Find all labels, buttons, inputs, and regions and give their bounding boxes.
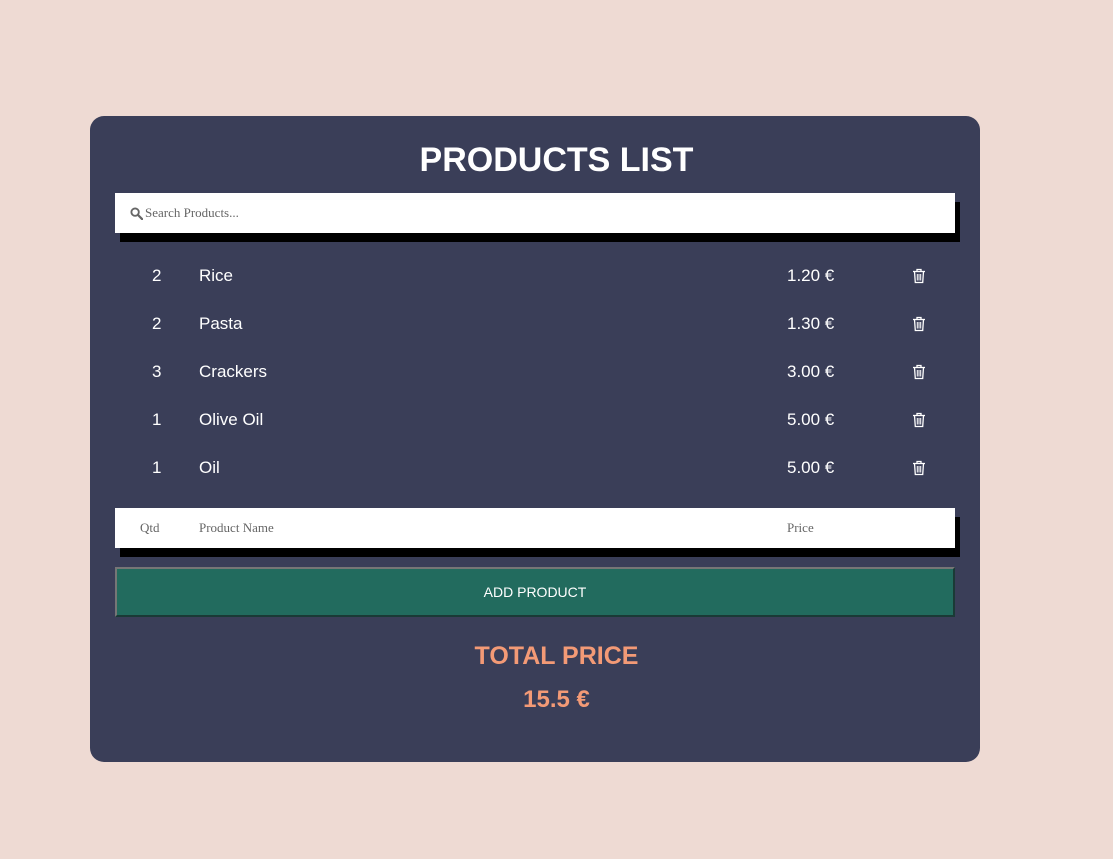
product-name: Oil (199, 458, 220, 477)
page-title: PRODUCTS LIST (419, 141, 694, 179)
product-qty: 2 (152, 314, 162, 333)
list-item: 3 Crackers 3.00 € (115, 348, 955, 396)
add-product-button[interactable]: ADD PRODUCT (115, 567, 955, 617)
list-item: 1 Oil 5.00 € (115, 444, 955, 492)
search-input[interactable] (145, 193, 945, 233)
product-name: Olive Oil (199, 410, 264, 429)
product-price: 1.20 € (787, 266, 835, 285)
trash-icon[interactable] (912, 412, 926, 428)
total-price-value: 15.5 € (523, 686, 590, 713)
trash-icon[interactable] (912, 316, 926, 332)
product-qty: 3 (152, 362, 162, 381)
trash-icon[interactable] (912, 268, 926, 284)
product-name: Rice (199, 266, 234, 285)
product-name: Pasta (199, 314, 243, 333)
list-item: 2 Pasta 1.30 € (115, 300, 955, 348)
price-field[interactable] (787, 508, 937, 548)
list-item: 1 Olive Oil 5.00 € (115, 396, 955, 444)
search-icon (130, 207, 143, 220)
product-qty: 2 (152, 266, 162, 285)
qty-field[interactable] (140, 508, 190, 548)
product-price: 5.00 € (787, 410, 835, 429)
trash-icon[interactable] (912, 364, 926, 380)
product-price: 1.30 € (787, 314, 835, 333)
list-item: 2 Rice 1.20 € (115, 252, 955, 300)
product-name-field[interactable] (199, 508, 759, 548)
add-product-form (115, 508, 955, 548)
product-qty: 1 (152, 458, 162, 477)
product-qty: 1 (152, 410, 162, 429)
product-price: 3.00 € (787, 362, 835, 381)
trash-icon[interactable] (912, 460, 926, 476)
search-bar (115, 193, 955, 233)
product-name: Crackers (199, 362, 268, 381)
total-price-label: TOTAL PRICE (474, 642, 639, 670)
product-list: 2 Rice 1.20 € 2 Pasta 1.30 € 3 Crackers … (115, 252, 955, 492)
product-price: 5.00 € (787, 458, 835, 477)
